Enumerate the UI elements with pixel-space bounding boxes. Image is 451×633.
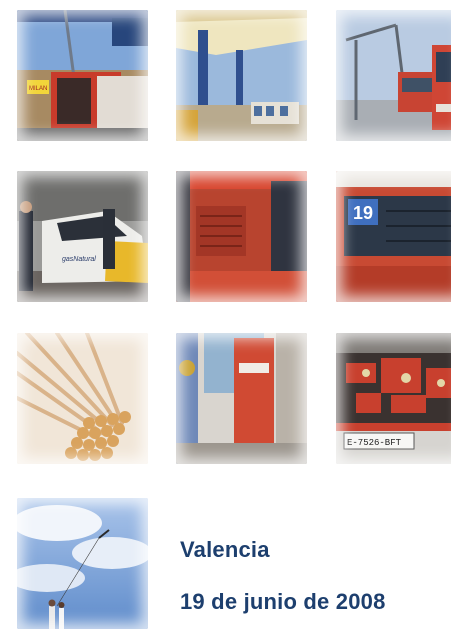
bus-19-front-image: 19 [336, 171, 451, 302]
taxi-photo: gasNatural [17, 171, 148, 302]
matches-photo [17, 333, 148, 464]
red-bus-side-photo [176, 171, 307, 302]
red-bus-side-image [176, 171, 307, 302]
taxi-brand-text: gasNatural [62, 256, 96, 263]
bus-charging-image [336, 10, 451, 141]
fuel-station-canopy-image [176, 10, 307, 141]
license-plate-text: E-7526-BFT [347, 438, 402, 448]
fuel-station-truck-photo: MILAN [17, 10, 148, 141]
event-date: 19 de junio de 2008 [180, 589, 386, 614]
bus-rear-photo [176, 333, 307, 464]
fuel-station-canopy-photo [176, 10, 307, 141]
sky-kite-image [17, 498, 148, 629]
taxi-image: gasNatural [17, 171, 148, 302]
truck-sign-text: MILAN [29, 86, 47, 92]
bus-charging-photo [336, 10, 451, 141]
bus-19-front-photo: 19 [336, 171, 451, 302]
bus-engine-photo: E-7526-BFT [336, 333, 451, 464]
fuel-station-truck-image: MILAN [17, 10, 148, 141]
bus-rear-image [176, 333, 307, 464]
sky-kite-photo [17, 498, 148, 629]
matches-image [17, 333, 148, 464]
bus-engine-image: E-7526-BFT [336, 333, 451, 464]
city-title: Valencia [180, 537, 270, 562]
bus-route-number: 19 [353, 203, 373, 223]
